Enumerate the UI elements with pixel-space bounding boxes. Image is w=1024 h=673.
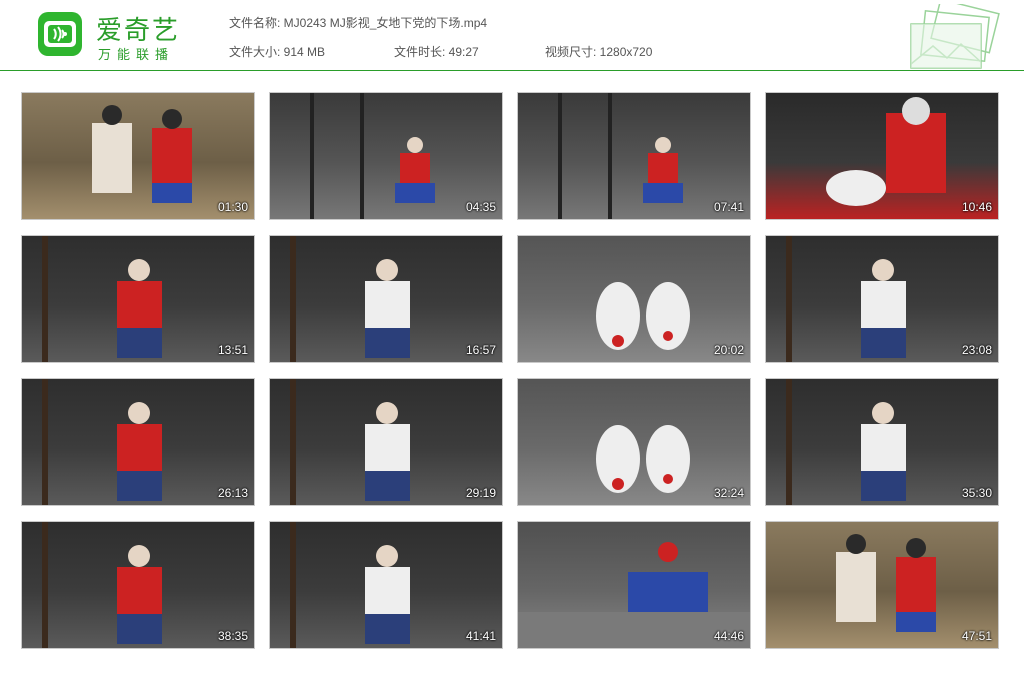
video-thumbnail[interactable]: 10:46	[765, 92, 999, 220]
iqiyi-logo-icon	[38, 12, 82, 56]
file-name-label: 文件名称: MJ0243 MJ影视_女地下党的下场.mp4	[229, 16, 488, 30]
thumbnail-timestamp: 35:30	[961, 486, 992, 500]
video-thumbnail[interactable]: 23:08	[765, 235, 999, 363]
thumbnail-timestamp: 23:08	[961, 343, 992, 357]
thumbnail-timestamp: 41:41	[465, 629, 496, 643]
thumbnail-timestamp: 13:51	[217, 343, 248, 357]
video-thumbnail[interactable]: 26:13	[21, 378, 255, 506]
brand-slogan: 万能联播	[98, 48, 175, 63]
video-thumbnail[interactable]: 29:19	[269, 378, 503, 506]
video-thumbnail[interactable]: 47:51	[765, 521, 999, 649]
thumbnail-timestamp: 04:35	[465, 200, 496, 214]
resolution-label: 视频尺寸: 1280x720	[545, 45, 653, 59]
video-thumbnail[interactable]: 41:41	[269, 521, 503, 649]
video-thumbnail[interactable]: 32:24	[517, 378, 751, 506]
photos-decoration-icon	[910, 4, 1000, 69]
brand-name: 爱奇艺	[96, 16, 181, 46]
thumbnail-timestamp: 01:30	[217, 200, 248, 214]
video-thumbnail[interactable]: 07:41	[517, 92, 751, 220]
thumbnail-grid: 01:30 04:35 07:41 10:46 13:51 16:57 20:02 23:08…	[21, 92, 1002, 652]
duration-label: 文件时长: 49:27	[394, 45, 479, 59]
video-thumbnail[interactable]: 13:51	[21, 235, 255, 363]
thumbnail-timestamp: 26:13	[217, 486, 248, 500]
thumbnail-timestamp: 20:02	[713, 343, 744, 357]
thumbnail-timestamp: 29:19	[465, 486, 496, 500]
video-thumbnail[interactable]: 04:35	[269, 92, 503, 220]
video-thumbnail[interactable]: 44:46	[517, 521, 751, 649]
thumbnail-timestamp: 10:46	[961, 200, 992, 214]
file-size-label: 文件大小: 914 MB	[229, 45, 326, 59]
thumbnail-timestamp: 38:35	[217, 629, 248, 643]
video-thumbnail[interactable]: 01:30	[21, 92, 255, 220]
thumbnail-timestamp: 44:46	[713, 629, 744, 643]
header-divider	[0, 70, 1024, 71]
header-bar: 爱奇艺 万能联播 文件名称: MJ0243 MJ影视_女地下党的下场.mp4 文…	[0, 0, 1024, 71]
video-thumbnail[interactable]: 38:35	[21, 521, 255, 649]
thumbnail-timestamp: 47:51	[961, 629, 992, 643]
video-thumbnail[interactable]: 16:57	[269, 235, 503, 363]
thumbnail-timestamp: 32:24	[713, 486, 744, 500]
video-thumbnail[interactable]: 20:02	[517, 235, 751, 363]
video-thumbnail[interactable]: 35:30	[765, 378, 999, 506]
thumbnail-timestamp: 16:57	[465, 343, 496, 357]
thumbnail-timestamp: 07:41	[713, 200, 744, 214]
